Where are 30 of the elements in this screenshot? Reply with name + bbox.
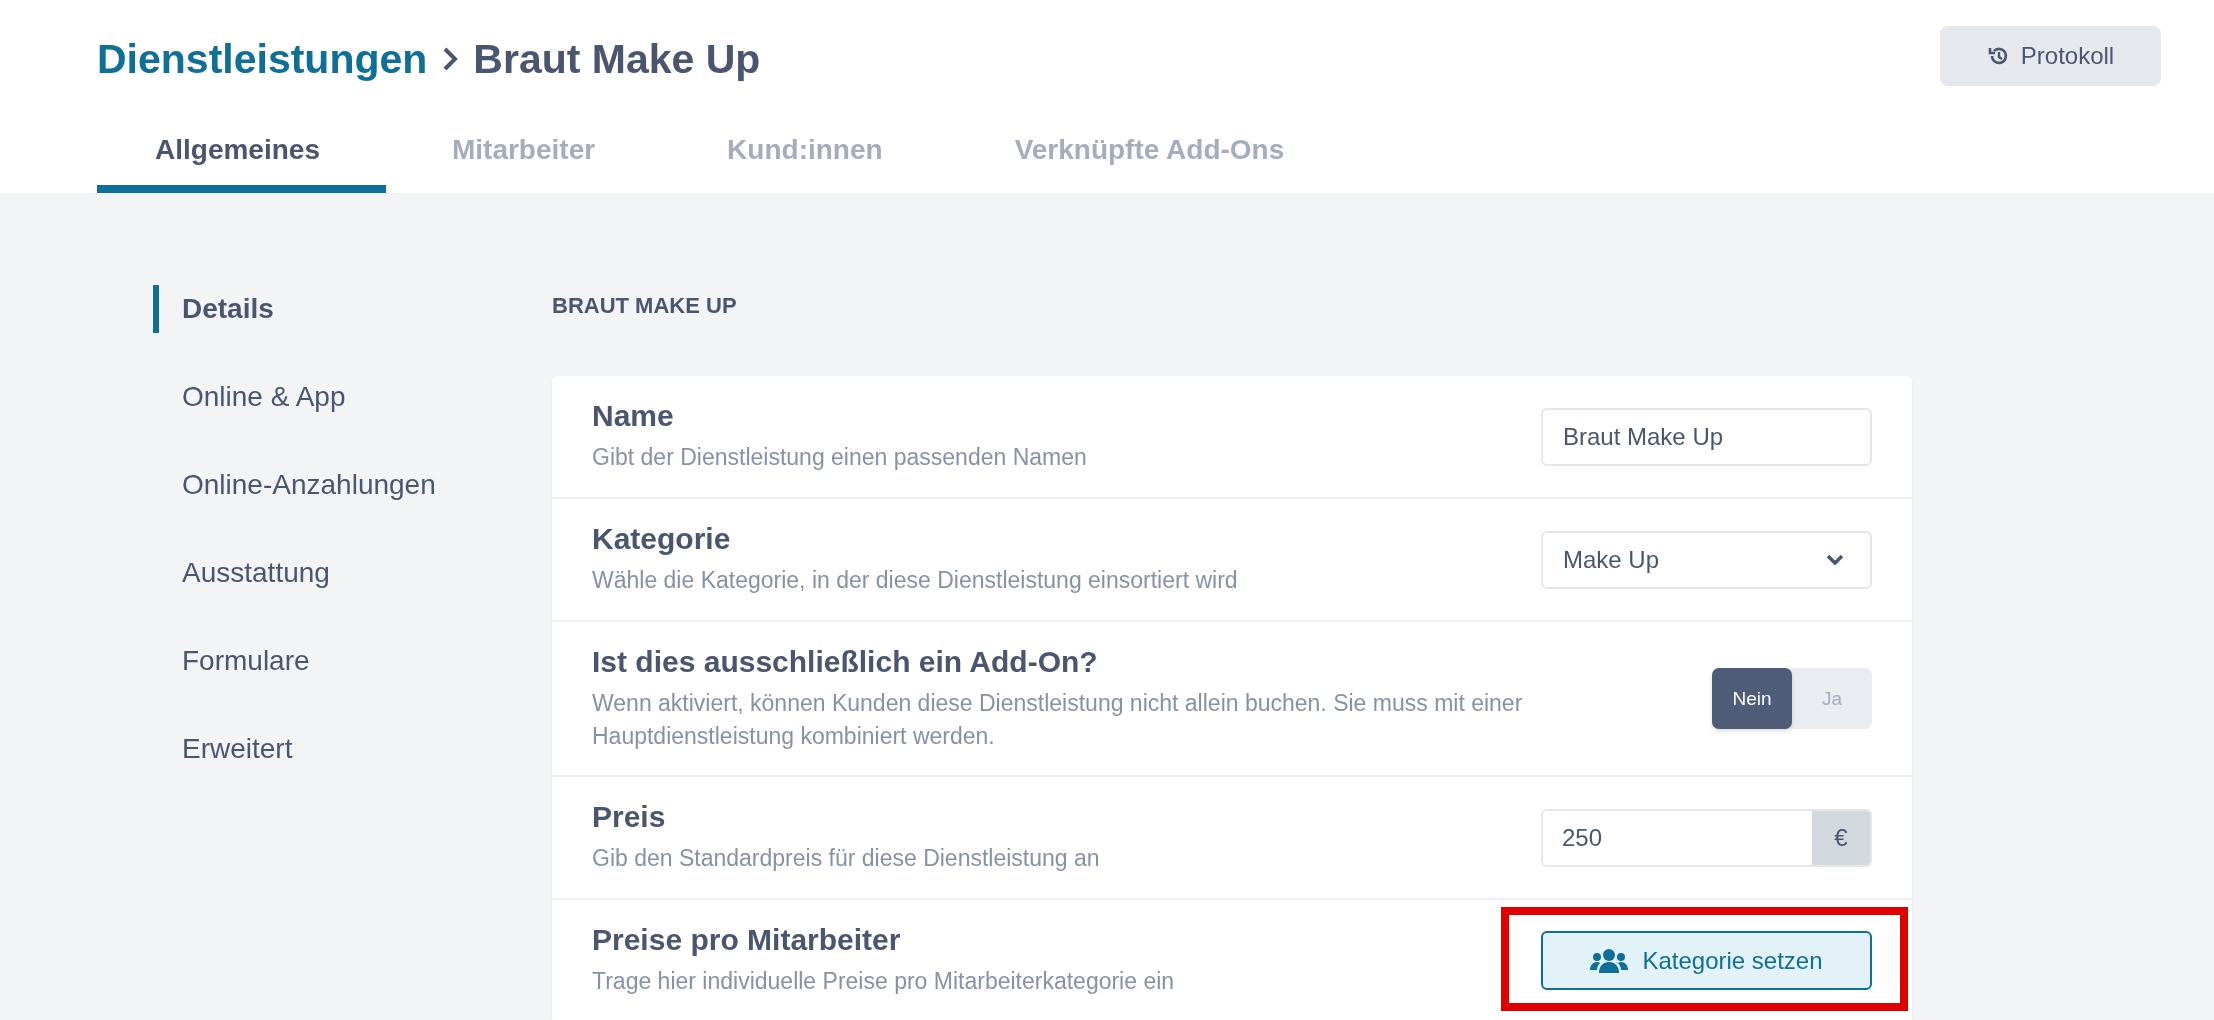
- page-title: Braut Make Up: [473, 35, 761, 83]
- toggle-option[interactable]: Nein: [1712, 668, 1792, 729]
- sidebar-item[interactable]: Details: [153, 285, 552, 333]
- breadcrumb-link[interactable]: Dienstleistungen: [97, 35, 428, 83]
- sidebar-item[interactable]: Erweitert: [153, 725, 552, 773]
- users-icon: [1590, 947, 1629, 974]
- sidebar-item[interactable]: Online & App: [153, 373, 552, 421]
- setting-description: Wenn aktiviert, können Kunden diese Dienstleistung nicht allein buchen. Sie muss mit einer Hauptdienstleistung kombiniert werden.: [592, 688, 1524, 751]
- chevron-down-icon: [1826, 553, 1844, 566]
- setting-description: Wähle die Kategorie, in der diese Dienstleistung einsortiert wird: [592, 566, 1238, 595]
- setting-description: Trage hier individuelle Preise pro Mitarbeiterkategorie ein: [592, 967, 1175, 996]
- currency-addon: €: [1812, 810, 1870, 865]
- setting-description: Gibt der Dienstleistung einen passenden Namen: [592, 443, 1087, 472]
- setting-title: Kategorie: [592, 522, 732, 556]
- setting-title: Ist dies ausschließlich ein Add-On?: [592, 644, 1099, 679]
- setting-title: Name: [592, 399, 675, 433]
- price-input-field[interactable]: 250 €: [1541, 808, 1872, 867]
- category-dropdown[interactable]: Make Up: [1541, 530, 1872, 589]
- sidebar-item[interactable]: Formulare: [153, 637, 552, 685]
- set-category-button[interactable]: Kategorie setzen: [1541, 931, 1872, 990]
- section-title: BRAUT MAKE UP: [552, 293, 738, 317]
- sidebar-item[interactable]: Ausstattung: [153, 549, 552, 597]
- setting-description: Gib den Standardpreis für diese Dienstleistung an: [592, 844, 1100, 873]
- setting-title: Preis: [592, 800, 667, 834]
- setting-title: Preise pro Mitarbeiter: [592, 923, 902, 957]
- sidebar-item[interactable]: Online-Anzahlungen: [153, 461, 552, 509]
- tab[interactable]: Allgemeines: [97, 118, 386, 193]
- chevron-right-icon: [441, 46, 460, 72]
- history-button[interactable]: Protokoll: [1940, 26, 2161, 86]
- name-input-field[interactable]: Braut Make Up: [1541, 407, 1872, 466]
